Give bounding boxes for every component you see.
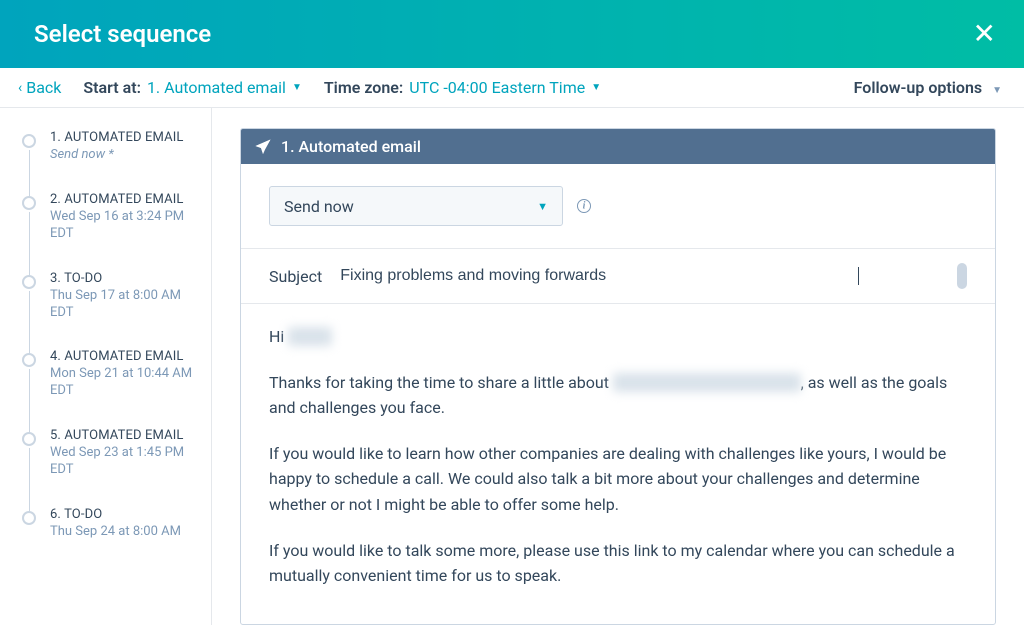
redacted-name: name	[288, 327, 332, 346]
step-dot	[22, 353, 36, 367]
sequence-timeline[interactable]: 1. AUTOMATED EMAIL Send now * 2. AUTOMATED…	[0, 108, 212, 625]
step-title: 4. AUTOMATED EMAIL	[50, 349, 199, 364]
caret-down-icon: ▼	[537, 200, 548, 213]
email-body-editor[interactable]: Hi name Thanks for taking the time to sh…	[269, 304, 967, 621]
toolbar-left: ‹ Back Start at: 1. Automated email ▼ Ti…	[18, 78, 601, 97]
start-at-value: 1. Automated email	[147, 78, 286, 97]
email-paragraph: Thanks for taking the time to share a li…	[269, 370, 967, 421]
followup-label: Follow-up options	[854, 78, 982, 97]
modal-title: Select sequence	[34, 20, 211, 48]
step-meta: Thu Sep 24 at 8:00 AM	[50, 524, 199, 541]
subject-left: Subject	[269, 267, 859, 286]
scrollbar-thumb[interactable]	[957, 263, 967, 289]
back-label: Back	[26, 78, 61, 97]
step-meta: Thu Sep 17 at 8:00 AM EDT	[50, 288, 199, 322]
send-time-value: Send now	[284, 197, 354, 216]
chevron-left-icon: ‹	[18, 80, 22, 96]
card-body: Send now ▼ Subject	[241, 164, 995, 621]
close-icon[interactable]: ✕	[973, 20, 996, 48]
step-title: 5. AUTOMATED EMAIL	[50, 428, 199, 443]
step-connector	[29, 212, 30, 277]
timeline-step[interactable]: 3. TO-DO Thu Sep 17 at 8:00 AM EDT	[22, 271, 199, 322]
timeline-step[interactable]: 1. AUTOMATED EMAIL Send now *	[22, 130, 199, 164]
send-row: Send now ▼	[269, 186, 967, 226]
body-area: 1. AUTOMATED EMAIL Send now * 2. AUTOMATED…	[0, 108, 1024, 625]
step-title: 1. AUTOMATED EMAIL	[50, 130, 199, 145]
step-meta: Send now *	[50, 147, 199, 164]
caret-down-icon: ▼	[992, 85, 1002, 96]
email-paragraph: If you would like to talk some more, ple…	[269, 538, 967, 589]
step-meta: Wed Sep 23 at 1:45 PM EDT	[50, 445, 199, 479]
toolbar: ‹ Back Start at: 1. Automated email ▼ Ti…	[0, 68, 1024, 108]
send-time-dropdown[interactable]: Send now ▼	[269, 186, 563, 226]
step-dot	[22, 134, 36, 148]
time-zone-label: Time zone:	[324, 78, 403, 97]
timeline-step[interactable]: 2. AUTOMATED EMAIL Wed Sep 16 at 3:24 PM …	[22, 192, 199, 243]
text-cursor	[858, 267, 859, 285]
step-meta: Mon Sep 21 at 10:44 AM EDT	[50, 366, 199, 400]
modal-header: Select sequence ✕	[0, 0, 1024, 68]
step-connector	[29, 291, 30, 356]
start-at-group: Start at: 1. Automated email ▼	[83, 78, 301, 97]
step-dot	[22, 196, 36, 210]
step-connector	[29, 448, 30, 513]
followup-options-dropdown[interactable]: Follow-up options ▼	[854, 78, 1002, 97]
step-title: 2. AUTOMATED EMAIL	[50, 192, 199, 207]
step-connector	[29, 150, 30, 198]
step-dot	[22, 432, 36, 446]
timeline-step[interactable]: 6. TO-DO Thu Sep 24 at 8:00 AM	[22, 507, 199, 541]
info-icon[interactable]	[577, 199, 591, 213]
step-connector	[29, 369, 30, 434]
start-at-label: Start at:	[83, 78, 141, 97]
timeline-step[interactable]: 5. AUTOMATED EMAIL Wed Sep 23 at 1:45 PM …	[22, 428, 199, 479]
step-dot	[22, 511, 36, 525]
step-title: 3. TO-DO	[50, 271, 199, 286]
step-meta: Wed Sep 16 at 3:24 PM EDT	[50, 209, 199, 243]
subject-label: Subject	[269, 267, 322, 286]
subject-row: Subject	[269, 249, 967, 303]
subject-input-wrapper[interactable]	[340, 267, 859, 285]
card-header: 1. Automated email	[241, 129, 995, 164]
caret-down-icon: ▼	[292, 82, 302, 93]
email-paragraph: If you would like to learn how other com…	[269, 441, 967, 518]
editor-column: 1. Automated email Send now ▼ Subject	[212, 108, 1024, 625]
email-greeting: Hi name	[269, 324, 967, 350]
back-button[interactable]: ‹ Back	[18, 78, 61, 97]
paper-plane-icon	[255, 139, 271, 155]
time-zone-value: UTC -04:00 Eastern Time	[409, 78, 585, 97]
step-title: 6. TO-DO	[50, 507, 199, 522]
time-zone-group: Time zone: UTC -04:00 Eastern Time ▼	[324, 78, 601, 97]
step-dot	[22, 275, 36, 289]
time-zone-dropdown[interactable]: UTC -04:00 Eastern Time ▼	[409, 78, 601, 97]
caret-down-icon: ▼	[591, 82, 601, 93]
subject-input[interactable]	[340, 267, 860, 285]
redacted-company: company placeholder text	[613, 373, 801, 392]
start-at-dropdown[interactable]: 1. Automated email ▼	[147, 78, 302, 97]
greeting-prefix: Hi	[269, 327, 288, 346]
timeline-step[interactable]: 4. AUTOMATED EMAIL Mon Sep 21 at 10:44 AM…	[22, 349, 199, 400]
email-card: 1. Automated email Send now ▼ Subject	[240, 128, 996, 625]
card-title: 1. Automated email	[281, 137, 421, 156]
